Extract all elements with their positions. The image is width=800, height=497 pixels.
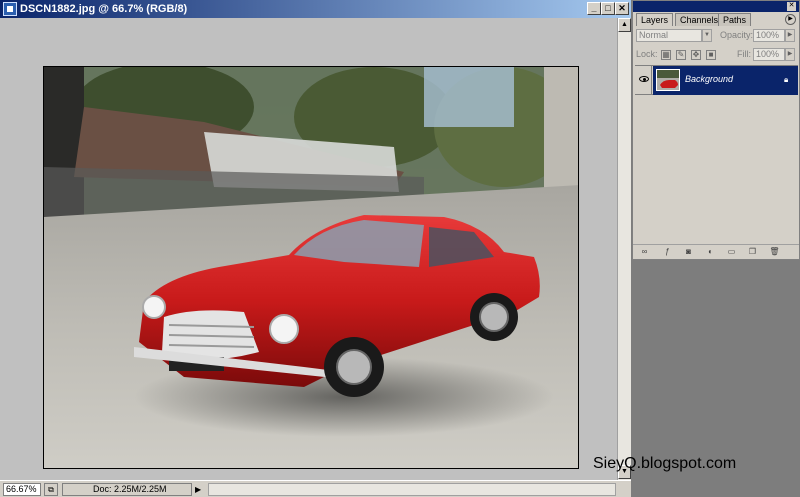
horizontal-scrollbar[interactable] (208, 483, 616, 496)
lock-all-icon[interactable]: ■ (706, 50, 716, 60)
new-group-icon[interactable]: ▭ (726, 247, 737, 257)
fill-field[interactable]: 100% (753, 48, 785, 61)
panel-bottom-toolbar: ∞ ƒ ◙ ◐ ▭ ❐ 🗑︎ (633, 244, 799, 258)
panel-menu-arrow-icon[interactable]: ▶ (785, 14, 796, 25)
vertical-scrollbar[interactable]: ▲ ▼ (617, 18, 631, 480)
eye-icon (639, 76, 649, 82)
adjustment-layer-icon[interactable]: ◐ (705, 247, 716, 257)
layer-row-background[interactable]: Background 🔒︎ (635, 65, 798, 95)
zoom-field[interactable]: 66.67% (3, 483, 41, 496)
document-titlebar[interactable]: DSCN1882.jpg @ 66.7% (RGB/8) _ □ ✕ (0, 0, 631, 18)
lock-transparency-icon[interactable]: ▦ (661, 50, 671, 60)
document-window: DSCN1882.jpg @ 66.7% (RGB/8) _ □ ✕ ▲ ▼ 6… (0, 0, 631, 497)
layer-thumbnail (656, 69, 680, 91)
blend-mode-dropdown-icon[interactable]: ▼ (702, 29, 712, 42)
status-menu-arrow-icon[interactable]: ▶ (195, 483, 205, 496)
status-page-icon[interactable]: ⧉ (44, 483, 58, 496)
document-title: DSCN1882.jpg @ 66.7% (RGB/8) (20, 3, 188, 15)
lock-paint-icon[interactable]: ✎ (676, 50, 686, 60)
doc-size-text: Doc: 2.25M/2.25M (62, 483, 192, 496)
tab-channels[interactable]: Channels (675, 13, 724, 26)
new-layer-icon[interactable]: ❐ (747, 247, 758, 257)
visibility-toggle[interactable] (635, 66, 652, 95)
layer-selected[interactable]: Background 🔒︎ (653, 66, 798, 95)
lock-move-icon[interactable]: ✥ (691, 50, 701, 60)
fill-label: Fill: (737, 49, 751, 59)
car-photo-image (44, 67, 578, 468)
fill-arrow-icon[interactable]: ▶ (785, 48, 795, 61)
opacity-field[interactable]: 100% (753, 29, 785, 42)
layer-style-icon[interactable]: ƒ (662, 247, 673, 257)
panel-close-icon[interactable]: ✕ (787, 2, 796, 11)
tab-layers[interactable]: Layers (636, 13, 674, 26)
panel-titlebar[interactable]: ✕ (633, 1, 799, 12)
minimize-button[interactable]: _ (587, 2, 601, 15)
photo-canvas[interactable] (43, 66, 579, 469)
scroll-up-arrow-icon[interactable]: ▲ (618, 18, 631, 32)
tab-paths[interactable]: Paths (718, 13, 752, 26)
link-layers-icon[interactable]: ∞ (639, 247, 650, 257)
delete-layer-icon[interactable]: 🗑︎ (769, 247, 780, 257)
close-button[interactable]: ✕ (615, 2, 629, 15)
canvas-area[interactable] (0, 18, 617, 480)
opacity-label: Opacity: (720, 30, 754, 40)
blend-mode-select[interactable]: Normal (636, 29, 702, 42)
layer-mask-icon[interactable]: ◙ (683, 247, 694, 257)
lock-label: Lock: (636, 49, 658, 59)
layer-name: Background (685, 74, 734, 84)
status-bar: 66.67% ⧉ Doc: 2.25M/2.25M ▶ (0, 480, 631, 497)
layer-lock-icon: 🔒︎ (784, 75, 789, 84)
photoshop-document-icon (3, 2, 17, 16)
opacity-arrow-icon[interactable]: ▶ (785, 29, 795, 42)
maximize-button[interactable]: □ (601, 2, 615, 15)
watermark-text: SieyQ.blogspot.com (593, 455, 737, 472)
layers-panel: ✕ Layers Channels Paths ▶ Normal ▼ Opaci… (632, 0, 800, 260)
